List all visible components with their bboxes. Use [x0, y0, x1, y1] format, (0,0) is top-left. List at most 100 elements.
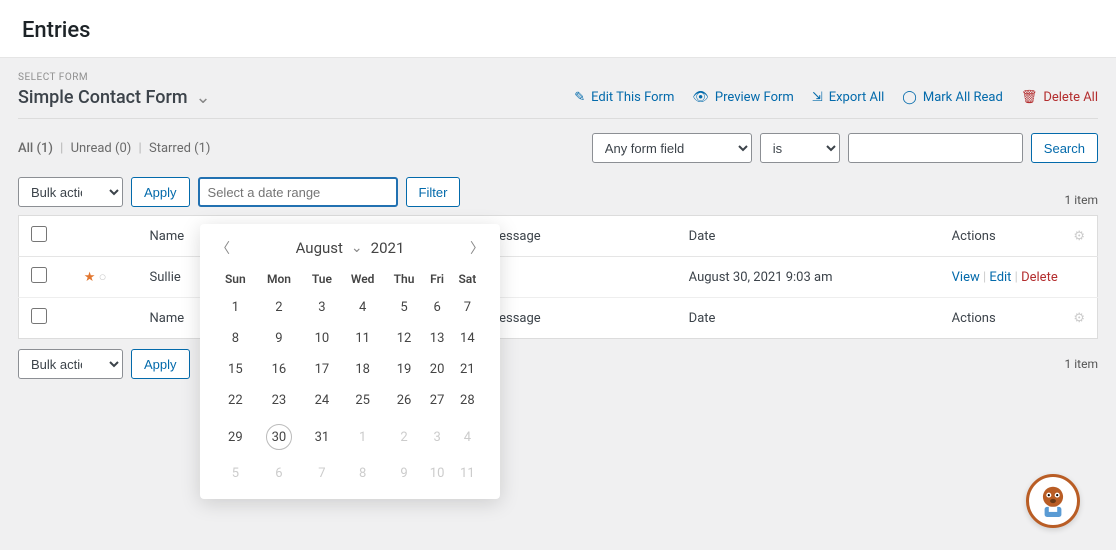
row-checkbox[interactable] [31, 267, 47, 283]
star-icon[interactable]: ★ [84, 270, 96, 285]
calendar-dow: Wed [341, 266, 385, 292]
calendar-day[interactable]: 3 [423, 416, 450, 458]
edit-form-link[interactable]: ✎Edit This Form [574, 90, 674, 105]
form-actions: ✎Edit This Form 👁Preview Form ⇲Export Al… [574, 90, 1098, 105]
calendar-day[interactable]: 22 [216, 385, 255, 416]
calendar-day[interactable]: 3 [303, 292, 340, 323]
calendar-day[interactable]: 12 [385, 323, 424, 354]
bulk-actions-select-top[interactable]: Bulk actions [18, 177, 123, 207]
calendar-day[interactable]: 4 [341, 292, 385, 323]
calendar-day[interactable]: 14 [451, 323, 484, 354]
apply-button-top[interactable]: Apply [131, 177, 190, 207]
date-range-input[interactable] [198, 177, 398, 207]
calendar-day[interactable]: 18 [341, 354, 385, 385]
col-date-foot[interactable]: Date [677, 298, 940, 339]
calendar-day[interactable]: 9 [385, 458, 424, 489]
search-button[interactable]: Search [1031, 133, 1098, 163]
calendar-day[interactable]: 23 [255, 385, 304, 416]
calendar-day[interactable]: 21 [451, 354, 484, 385]
cell-actions: View | Edit | Delete [940, 257, 1098, 298]
filter-unread[interactable]: Unread (0) [71, 141, 132, 156]
calendar-day[interactable]: 10 [423, 458, 450, 489]
calendar-day[interactable]: 11 [341, 323, 385, 354]
calendar-dow: Fri [423, 266, 450, 292]
select-all-bottom[interactable] [31, 308, 47, 324]
calendar-day[interactable]: 30 [255, 416, 304, 458]
calendar-day[interactable]: 1 [216, 292, 255, 323]
bulk-actions-select-bottom[interactable]: Bulk actions [18, 349, 123, 379]
calendar-day[interactable]: 2 [385, 416, 424, 458]
calendar-day[interactable]: 7 [451, 292, 484, 323]
mark-read-link[interactable]: ◯Mark All Read [902, 90, 1003, 105]
calendar-day[interactable]: 10 [303, 323, 340, 354]
export-all-link[interactable]: ⇲Export All [812, 90, 884, 105]
filter-tabs: All (1) | Unread (0) | Starred (1) [18, 141, 210, 156]
calendar-day[interactable]: 26 [385, 385, 424, 416]
read-indicator-icon[interactable]: ○ [99, 270, 107, 285]
calendar-dow: Thu [385, 266, 424, 292]
calendar-day[interactable]: 25 [341, 385, 385, 416]
next-month-icon[interactable]: 〉 [470, 238, 484, 258]
search-group: Any form field is Search [592, 133, 1098, 163]
help-mascot-icon[interactable] [1026, 474, 1080, 528]
calendar-dow: Tue [303, 266, 340, 292]
calendar-day[interactable]: 19 [385, 354, 424, 385]
item-count-top: 1 item [1065, 193, 1098, 207]
col-date[interactable]: Date [677, 216, 940, 257]
calendar-day[interactable]: 6 [423, 292, 450, 323]
filter-starred[interactable]: Starred (1) [149, 141, 211, 156]
calendar-day[interactable]: 9 [255, 323, 304, 354]
calendar-day[interactable]: 27 [423, 385, 450, 416]
prev-month-icon[interactable]: 〈 [216, 238, 230, 258]
calendar-month[interactable]: August [296, 239, 343, 257]
table-row: ★ ○ Sullie Pre-Sale Query August 30, 202… [19, 257, 1098, 298]
calendar-day[interactable]: 6 [255, 458, 304, 489]
eye-icon: 👁 [692, 90, 709, 105]
calendar-dow: Mon [255, 266, 304, 292]
calendar-day[interactable]: 29 [216, 416, 255, 458]
calendar-day[interactable]: 16 [255, 354, 304, 385]
delete-all-link[interactable]: 🗑Delete All [1021, 90, 1098, 105]
page-header: Entries [0, 0, 1116, 58]
filter-all[interactable]: All (1) [18, 141, 53, 156]
calendar-year[interactable]: 2021 [371, 239, 405, 257]
calendar-day[interactable]: 13 [423, 323, 450, 354]
preview-form-link[interactable]: 👁Preview Form [692, 90, 793, 105]
calendar-day[interactable]: 5 [385, 292, 424, 323]
calendar-day[interactable]: 15 [216, 354, 255, 385]
select-form-label: SELECT FORM [18, 72, 1098, 83]
form-name-text: Simple Contact Form [18, 87, 188, 108]
calendar-dow: Sat [451, 266, 484, 292]
calendar-day[interactable]: 28 [451, 385, 484, 416]
delete-link[interactable]: Delete [1021, 270, 1058, 285]
calendar-day[interactable]: 2 [255, 292, 304, 323]
calendar-day[interactable]: 11 [451, 458, 484, 489]
calendar-day[interactable]: 5 [216, 458, 255, 489]
calendar-day[interactable]: 4 [451, 416, 484, 458]
calendar-day[interactable]: 1 [341, 416, 385, 458]
trash-icon: 🗑 [1021, 90, 1038, 105]
form-selector[interactable]: Simple Contact Form ⌄ [18, 87, 211, 108]
calendar-day[interactable]: 17 [303, 354, 340, 385]
calendar-day[interactable]: 24 [303, 385, 340, 416]
export-icon: ⇲ [812, 90, 823, 105]
search-value-input[interactable] [848, 133, 1023, 163]
circle-icon: ◯ [902, 90, 917, 105]
entries-table: Name Comment or Message Date Actions⚙ ★ … [18, 215, 1098, 339]
gear-icon[interactable]: ⚙ [1073, 229, 1085, 244]
calendar-day[interactable]: 31 [303, 416, 340, 458]
search-operator-select[interactable]: is [760, 133, 840, 163]
edit-link[interactable]: Edit [989, 270, 1011, 285]
calendar-day[interactable]: 8 [341, 458, 385, 489]
calendar-day[interactable]: 8 [216, 323, 255, 354]
select-all-top[interactable] [31, 226, 47, 242]
chevron-down-icon[interactable]: ⌄ [351, 240, 363, 256]
gear-icon[interactable]: ⚙ [1073, 311, 1085, 326]
view-link[interactable]: View [952, 270, 980, 285]
chevron-down-icon: ⌄ [196, 87, 211, 108]
apply-button-bottom[interactable]: Apply [131, 349, 190, 379]
search-field-select[interactable]: Any form field [592, 133, 752, 163]
calendar-day[interactable]: 7 [303, 458, 340, 489]
filter-button[interactable]: Filter [406, 177, 461, 207]
calendar-day[interactable]: 20 [423, 354, 450, 385]
